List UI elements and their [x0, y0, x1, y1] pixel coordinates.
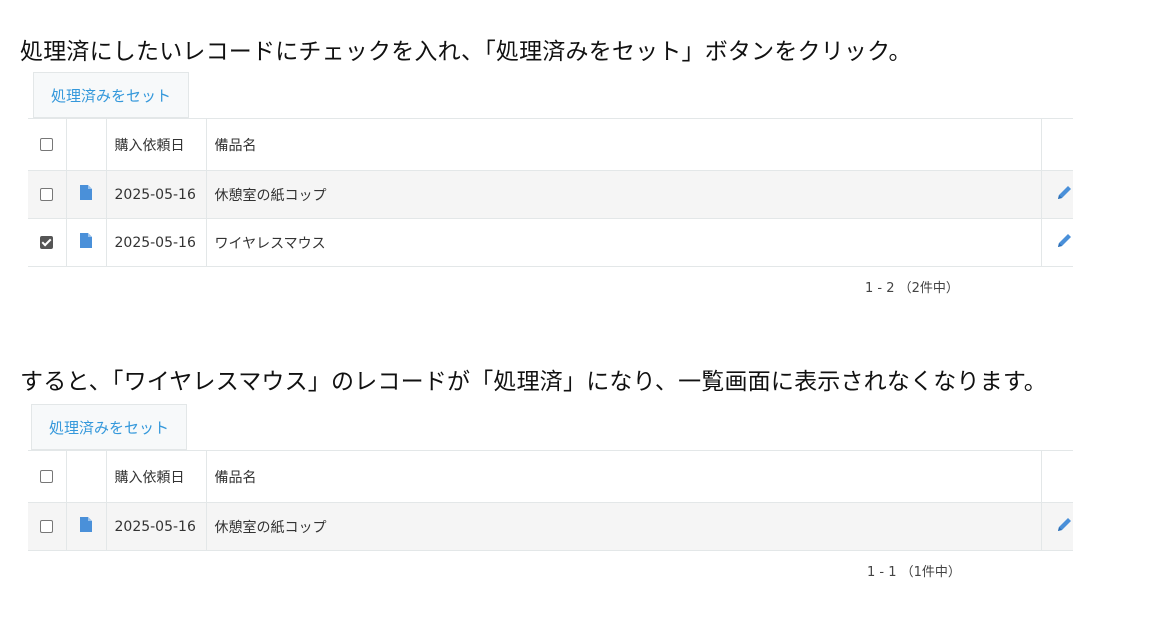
row-name: 休憩室の紙コップ	[206, 502, 1042, 551]
row-date: 2025-05-16	[106, 218, 207, 267]
row-name: ワイヤレスマウス	[206, 218, 1042, 267]
row-date: 2025-05-16	[106, 502, 207, 551]
row-checkbox[interactable]	[40, 188, 54, 201]
pagination-info: 1 - 1 （1件中）	[867, 565, 961, 580]
pencil-icon[interactable]	[1056, 232, 1073, 253]
document-icon[interactable]	[80, 517, 92, 536]
document-icon[interactable]	[80, 185, 92, 204]
column-header-date[interactable]: 購入依頼日	[106, 450, 207, 503]
column-header-date[interactable]: 購入依頼日	[106, 118, 207, 171]
set-processed-button[interactable]: 処理済みをセット	[33, 72, 189, 118]
instruction-step-1: 処理済にしたいレコードにチェックを入れ、「処理済みをセット」ボタンをクリック。	[20, 39, 912, 65]
select-all-checkbox[interactable]	[40, 138, 54, 151]
document-icon[interactable]	[80, 233, 92, 252]
select-all-checkbox[interactable]	[40, 470, 54, 483]
records-table: 購入依頼日 備品名 2025-05-16 休憩室の紙コップ 2025-05-16…	[28, 118, 1073, 267]
column-header-name[interactable]: 備品名	[206, 118, 1042, 171]
row-name: 休憩室の紙コップ	[206, 170, 1042, 219]
column-header-name[interactable]: 備品名	[206, 450, 1042, 503]
row-checkbox-checked[interactable]	[40, 236, 54, 249]
table-row: 2025-05-16 休憩室の紙コップ	[28, 170, 1073, 219]
table-header-row: 購入依頼日 備品名	[28, 118, 1073, 171]
pagination-info: 1 - 2 （2件中）	[865, 281, 959, 296]
select-all-cell	[28, 118, 67, 171]
table-row: 2025-05-16 休憩室の紙コップ	[28, 502, 1073, 551]
pencil-icon[interactable]	[1056, 184, 1073, 205]
pencil-icon[interactable]	[1056, 516, 1073, 537]
table-header-row: 購入依頼日 備品名	[28, 450, 1073, 503]
select-all-cell	[28, 450, 67, 503]
row-date: 2025-05-16	[106, 170, 207, 219]
row-checkbox[interactable]	[40, 520, 54, 533]
set-processed-button[interactable]: 処理済みをセット	[31, 404, 187, 450]
table-row: 2025-05-16 ワイヤレスマウス	[28, 218, 1073, 267]
instruction-step-2: すると、「ワイヤレスマウス」のレコードが「処理済」になり、一覧画面に表示されなく…	[20, 369, 1047, 395]
records-table: 購入依頼日 備品名 2025-05-16 休憩室の紙コップ	[28, 450, 1073, 551]
